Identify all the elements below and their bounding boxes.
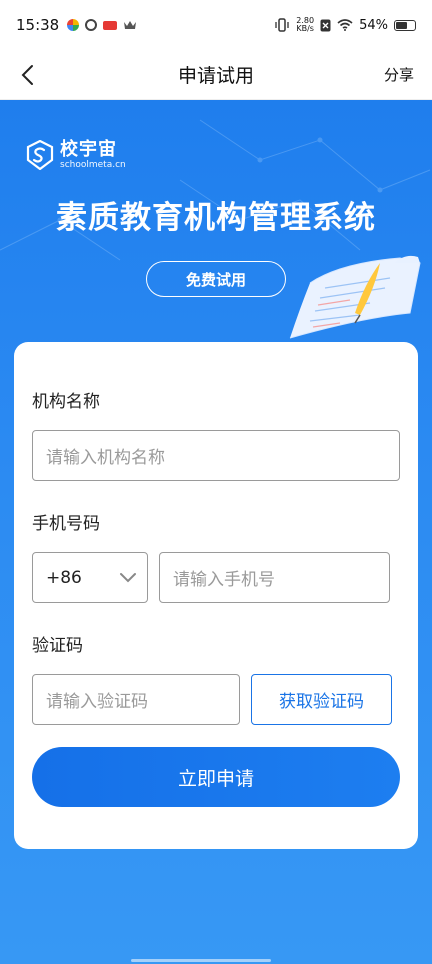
back-button[interactable]: [14, 62, 40, 88]
network-speed: 2.80 KB/s: [296, 17, 314, 33]
document-quill-illustration: [289, 255, 421, 339]
country-code-select[interactable]: +86: [32, 552, 148, 603]
free-trial-button[interactable]: 免费试用: [146, 261, 286, 297]
hero-banner: 校宇宙 schoolmeta.cn 素质教育机构管理系统 免费试用 机构名称 请…: [0, 100, 432, 964]
network-speed-unit: KB/s: [296, 24, 314, 33]
battery-percent: 54%: [359, 17, 388, 33]
notification-icons: [67, 19, 137, 31]
phone-input[interactable]: 请输入手机号: [159, 552, 390, 603]
logo-shield-icon: [26, 140, 54, 170]
get-code-button[interactable]: 获取验证码: [251, 674, 392, 725]
home-indicator[interactable]: [131, 959, 271, 962]
org-name-input[interactable]: 请输入机构名称: [32, 430, 400, 481]
crown-icon: [124, 21, 137, 29]
brand-logo: 校宇宙 schoolmeta.cn: [26, 140, 126, 170]
sync-notification-icon: [85, 19, 98, 31]
no-sim-icon: [320, 19, 331, 31]
status-time: 15:38: [16, 16, 60, 34]
chevron-down-icon: [120, 573, 136, 583]
nav-bar: 申请试用 分享: [0, 50, 432, 100]
red-badge-icon: [103, 20, 118, 30]
page-title: 申请试用: [177, 65, 254, 87]
application-form-card: 机构名称 请输入机构名称 手机号码 +86 请输入手机号 验证码 请输入验证码 …: [14, 342, 418, 849]
verification-code-input[interactable]: 请输入验证码: [32, 674, 240, 725]
status-bar: 15:38 2.80 KB/s 54%: [0, 0, 432, 50]
battery-icon: [394, 19, 416, 31]
phone-label: 手机号码: [32, 514, 100, 534]
vibrate-icon: [275, 18, 289, 32]
logo-domain: schoolmeta.cn: [60, 160, 126, 170]
submit-application-button[interactable]: 立即申请: [32, 747, 400, 807]
app-notification-icon: [67, 19, 80, 31]
share-button[interactable]: 分享: [384, 64, 414, 85]
verification-code-label: 验证码: [32, 636, 83, 656]
chevron-left-icon: [21, 65, 33, 85]
country-code-value: +86: [46, 567, 82, 588]
hero-title: 素质教育机构管理系统: [56, 200, 376, 236]
wifi-icon: [337, 19, 353, 31]
logo-name: 校宇宙: [60, 139, 117, 160]
org-name-label: 机构名称: [32, 392, 100, 412]
